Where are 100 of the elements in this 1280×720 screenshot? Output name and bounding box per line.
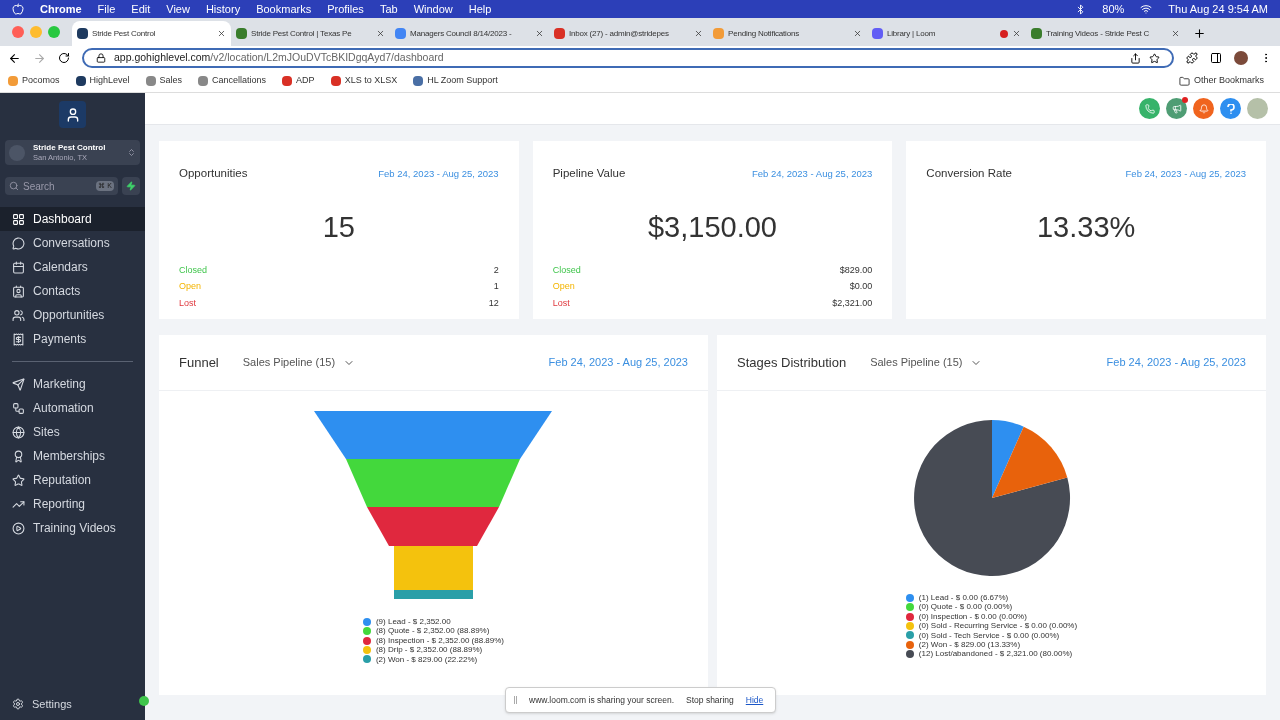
menu-item[interactable]: View [166,0,190,18]
date-range[interactable]: Feb 24, 2023 - Aug 25, 2023 [1106,354,1246,371]
browser-tab[interactable]: Training Videos - Stride Pest C [1026,21,1185,46]
bookmark[interactable]: Cancellations [198,74,267,88]
lock-icon [96,53,106,63]
menu-item[interactable]: Help [468,0,492,18]
nav-item[interactable]: Sites [0,420,145,444]
card-title: Opportunities [179,166,248,181]
stop-sharing-button[interactable]: Stop sharing [686,693,734,707]
menu-item[interactable]: Window [413,0,453,18]
card-title: Pipeline Value [552,166,626,181]
settings-item[interactable]: Settings [0,695,84,712]
bookmark[interactable]: HL Zoom Support [413,74,498,88]
browser-tab[interactable]: Inbox (27) - admin@stridepes [549,21,708,46]
address-field[interactable]: app.gohighlevel.com/v2/location/L2mJOuDVTcBKIDgqAyd7/dashboard [82,48,1174,68]
close-icon[interactable] [1012,29,1021,38]
globe-icon [12,425,25,439]
other-bookmarks[interactable]: Other Bookmarks [1178,74,1272,88]
video-icon [12,521,25,535]
close-icon[interactable] [694,29,703,38]
collapse-toggle-icon[interactable] [139,696,149,706]
stat-value: 13.33% [1035,210,1137,246]
bookmark[interactable]: Sales [145,74,183,88]
browser-tab[interactable]: Stride Pest Control [72,21,231,46]
close-icon[interactable] [535,29,544,38]
legend-label: (9) Lead - $ 2,352.00 [375,617,451,627]
url-text: app.gohighlevel.com/v2/location/L2mJOuDVTcBKIDgqAyd7/dashboard [114,50,444,66]
reload-icon[interactable] [58,52,70,64]
browser-tab[interactable]: Library | Loom [867,21,1026,46]
nav-item[interactable]: Automation [0,396,145,420]
date-range[interactable]: Feb 24, 2023 - Aug 25, 2023 [378,166,499,181]
bookmark[interactable]: HighLevel [75,74,130,88]
browser-tab[interactable]: Managers Council 8/14/2023 - [390,21,549,46]
browser-tab[interactable]: Pending Notifications [708,21,867,46]
nav-item[interactable]: Marketing [0,372,145,396]
back-icon[interactable] [8,51,21,65]
menu-item[interactable]: Profiles [327,0,364,18]
close-icon[interactable] [1171,29,1180,38]
bookmark[interactable]: Pocomos [8,74,60,88]
hide-link[interactable]: Hide [745,693,764,707]
extensions-icon[interactable] [1186,52,1198,64]
date-range[interactable]: Feb 24, 2023 - Aug 25, 2023 [548,354,688,371]
share-icon[interactable] [1130,52,1141,64]
tab-title: Library | Loom [887,27,936,40]
help-button[interactable] [1220,98,1241,119]
search-input[interactable]: Search [23,178,83,194]
nav-item[interactable]: Conversations [0,231,145,255]
stat-number: 12 [488,296,499,310]
menu-item[interactable]: Bookmarks [256,0,312,18]
menu-item[interactable]: Edit [131,0,151,18]
close-icon[interactable] [853,29,862,38]
card-title: Funnel [179,353,219,372]
nav-item[interactable]: Payments [0,327,145,351]
legend-label: (0) Inspection - $ 0.00 (0.00%) [918,611,1027,622]
announcement-button[interactable] [1166,98,1187,119]
close-icon[interactable] [376,29,385,38]
date-range[interactable]: Feb 24, 2023 - Aug 25, 2023 [751,166,873,181]
nav-item[interactable]: Reputation [0,468,145,492]
bookmark[interactable]: XLS to XLSX [330,74,398,88]
profile-avatar[interactable] [1234,51,1248,65]
close-icon[interactable] [217,29,226,38]
legend-label: (2) Won - $ 829.00 (22.22%) [375,654,478,665]
nav-item[interactable]: Contacts [0,279,145,303]
folder-icon [1178,75,1190,87]
legend-label: (8) Quote - $ 2,352.00 (88.89%) [375,626,490,636]
menu-item[interactable]: History [205,0,241,18]
stat-value: 15 [321,210,356,246]
settings-icon [12,697,24,710]
pipeline-dropdown[interactable]: Sales Pipeline (15) [242,354,356,371]
menu-app[interactable]: Chrome [40,0,82,18]
nav-item[interactable]: Training Videos [0,516,145,540]
search-icon [9,181,19,191]
wifi-icon[interactable] [1140,3,1153,15]
bookmark-star-icon[interactable] [1149,52,1160,64]
legend-label: (8) Inspection - $ 2,352.00 (88.89%) [375,635,505,646]
browser-tab[interactable]: Stride Pest Control | Texas Pe [231,21,390,46]
bookmark[interactable]: ADP [282,74,315,88]
tab-title: Pending Notifications [728,27,799,40]
apple-icon[interactable] [12,3,24,15]
chevron-icon [127,148,136,157]
legend-label: (12) Lost/abandoned - $ 2,321.00 (80.00%) [918,649,1073,659]
phone-button[interactable] [1139,98,1160,119]
battery-percent: 80% [1102,1,1125,17]
nav-item[interactable]: Reporting [0,492,145,516]
star-icon [12,473,25,487]
nav-item[interactable]: Memberships [0,444,145,468]
menu-item[interactable]: File [97,0,116,18]
drag-handle-icon[interactable] [514,696,517,704]
new-tab-icon[interactable] [1193,27,1206,40]
nav-item[interactable]: Calendars [0,255,145,279]
quick-action-button[interactable] [122,177,140,195]
nav-item[interactable]: Dashboard [0,207,145,231]
date-range[interactable]: Feb 24, 2023 - Aug 25, 2023 [1125,166,1246,181]
side-panel-icon[interactable] [1210,52,1222,64]
stat-label: Lost [179,296,196,310]
pipeline-dropdown[interactable]: Sales Pipeline (15) [870,354,983,371]
menu-item[interactable]: Tab [379,0,398,18]
notification-button[interactable] [1193,98,1214,119]
nav-item[interactable]: Opportunities [0,303,145,327]
tab-title: Managers Council 8/14/2023 - [410,27,512,40]
